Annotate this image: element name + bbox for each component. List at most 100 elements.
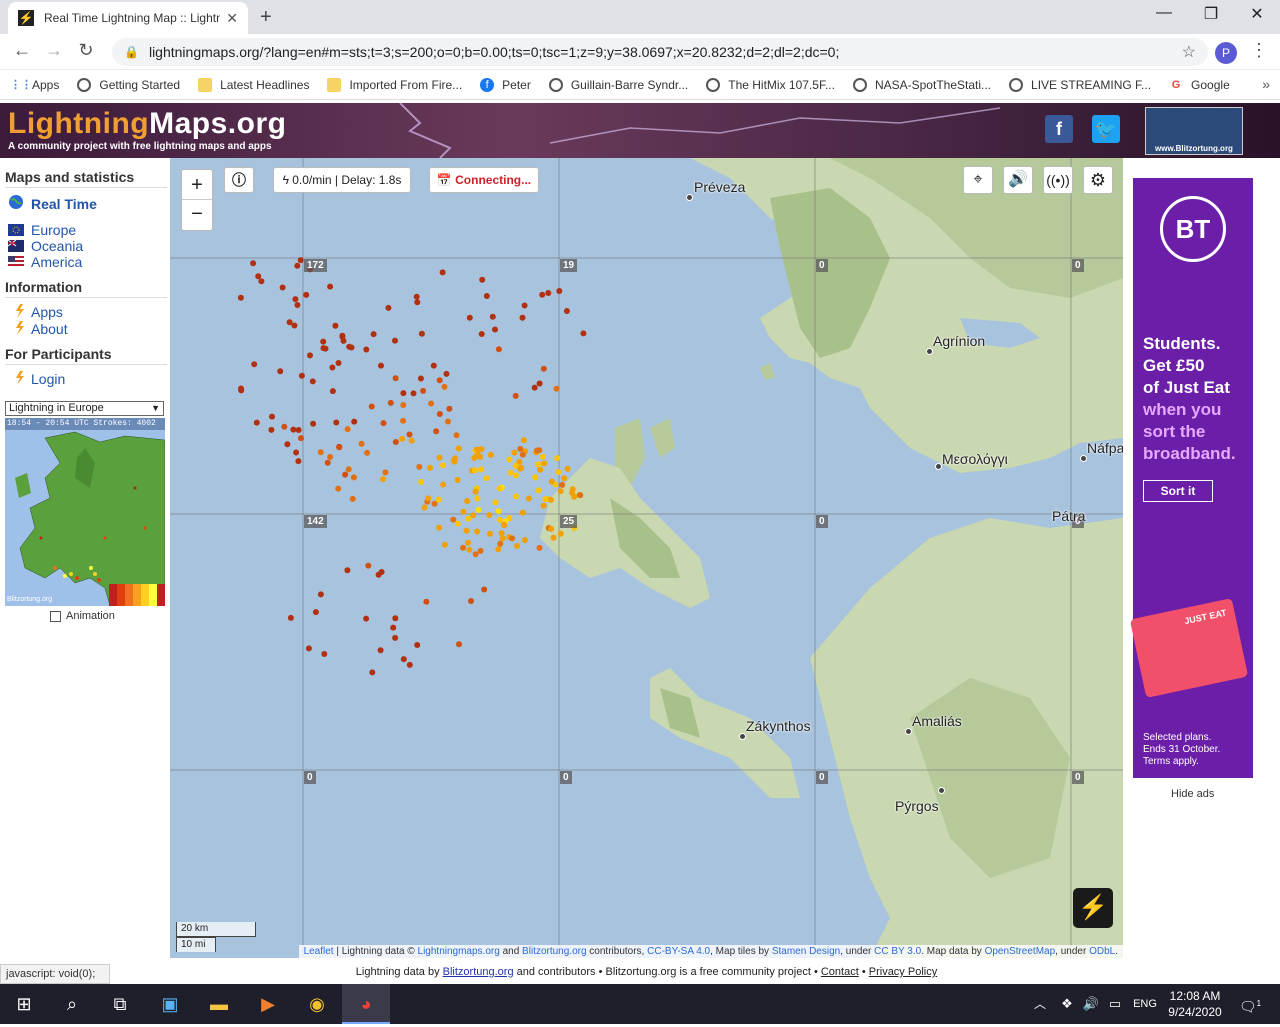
new-tab-button[interactable]: + [260, 6, 272, 29]
lightning-strike-marker [471, 467, 478, 474]
region-select[interactable]: Lightning in Europe ▼ [5, 401, 164, 416]
sidebar-item-about[interactable]: About [31, 321, 68, 337]
zoom-in-button[interactable]: + [182, 170, 212, 200]
privacy-policy-link[interactable]: Privacy Policy [869, 966, 937, 978]
address-bar[interactable]: 🔒 lightningmaps.org/?lang=en#m=sts;t=3;s… [112, 38, 1208, 66]
chevron-up-icon[interactable]: ︿ [1030, 984, 1050, 1024]
chrome-taskbar-icon[interactable]: ◕ [342, 984, 390, 1024]
bookmark-peter[interactable]: f Peter [480, 77, 531, 92]
lightningmaps-link[interactable]: Lightningmaps.org [418, 946, 500, 957]
browser-menu-icon[interactable]: ⋮ [1250, 40, 1268, 61]
back-arrow-icon[interactable]: ← [10, 40, 34, 61]
speaker-tray-icon[interactable]: 🔊 [1080, 984, 1102, 1024]
windows-start-icon[interactable]: ⊞ [0, 984, 48, 1024]
europe-minimap[interactable]: 18:54 - 20:54 UTC Strokes: 4002 Blitzort… [5, 418, 165, 606]
locate-button[interactable]: ⌖ [963, 166, 993, 194]
lightning-strike-marker [519, 451, 526, 458]
bt-advert[interactable]: BT Students. Get £50 of Just Eat when yo… [1129, 178, 1253, 778]
lightning-strike-marker [310, 420, 317, 427]
lightning-strike-marker [464, 498, 471, 504]
file-explorer-icon[interactable]: ▬ [195, 984, 243, 1024]
notification-icon[interactable]: 🗨1 [1235, 984, 1265, 1024]
stamen-link[interactable]: Stamen Design [772, 946, 840, 957]
lightning-strike-marker [298, 435, 304, 442]
lightning-strike-marker [279, 284, 286, 291]
search-icon[interactable]: ⌕ [48, 984, 96, 1024]
lock-icon[interactable]: 🔒 [124, 45, 139, 59]
connection-status[interactable]: 📅 Connecting... [429, 167, 539, 193]
bookmark-apps[interactable]: ⋮⋮ Apps [10, 78, 59, 92]
place-label: Pátra [1052, 508, 1086, 524]
task-view-icon[interactable]: ⧉ [96, 984, 144, 1024]
osm-link[interactable]: OpenStreetMap [985, 946, 1056, 957]
lightning-strike-marker [392, 375, 399, 382]
bookmark-google[interactable]: G Google [1169, 78, 1230, 92]
restore-button[interactable]: ❐ [1188, 4, 1234, 28]
close-window-button[interactable]: ✕ [1234, 4, 1280, 28]
animation-checkbox[interactable] [50, 610, 61, 622]
twitter-icon[interactable]: 🐦 [1092, 115, 1120, 143]
lightning-strike-marker [298, 372, 305, 379]
bookmark-hitmix[interactable]: The HitMix 107.5F... [706, 77, 835, 92]
clock[interactable]: 12:08 AM 9/24/2020 [1160, 988, 1230, 1020]
control-panel-icon[interactable]: ▣ [146, 984, 194, 1024]
lightning-strike-marker [364, 449, 371, 456]
bookmark-guillain[interactable]: Guillain-Barre Syndr... [548, 77, 688, 92]
lightning-strike-marker [497, 540, 504, 547]
site-logo[interactable]: LightningMaps.org [8, 107, 286, 141]
close-tab-icon[interactable]: ✕ [226, 10, 238, 27]
hide-ads-link[interactable]: Hide ads [1171, 788, 1214, 800]
license-link[interactable]: CC-BY-SA 4.0 [647, 946, 710, 957]
leaflet-link[interactable]: Leaflet [304, 946, 334, 957]
minimize-button[interactable]: — [1141, 4, 1187, 28]
animation-toggle[interactable]: Animation [50, 610, 115, 622]
info-button[interactable]: ⓘ [224, 167, 254, 193]
lightning-strike-marker [441, 541, 448, 548]
zoom-out-button[interactable]: − [182, 200, 212, 230]
language-indicator[interactable]: ENG [1130, 984, 1160, 1024]
sound-button[interactable]: 🔊 [1003, 166, 1033, 194]
bookmark-getting-started[interactable]: Getting Started [77, 77, 180, 92]
blitzortung-footer-link[interactable]: Blitzortung.org [443, 966, 514, 978]
more-bookmarks-icon[interactable]: » [1262, 76, 1270, 92]
lightning-strike-marker [237, 294, 244, 301]
globe-icon [706, 77, 721, 92]
bookmark-nasa[interactable]: NASA-SpotTheStati... [852, 77, 991, 92]
just-eat-card: JUST EAT [1129, 598, 1249, 698]
sidebar-item-america[interactable]: America [31, 254, 82, 270]
globe-icon [852, 77, 867, 92]
bookmark-latest-headlines[interactable]: Latest Headlines [198, 77, 309, 92]
bookmark-live-streaming[interactable]: LIVE STREAMING F... [1009, 77, 1151, 92]
norton-icon[interactable]: ◉ [293, 984, 341, 1024]
lightning-strike-marker [486, 512, 493, 519]
settings-button[interactable]: ⚙ [1083, 166, 1113, 194]
sidebar-item-oceania[interactable]: Oceania [31, 238, 83, 254]
clock-date: 9/24/2020 [1168, 1005, 1222, 1019]
sidebar-item-apps[interactable]: Apps [31, 304, 63, 320]
ccby-link[interactable]: CC BY 3.0 [874, 946, 921, 957]
dropbox-icon[interactable]: ❖ [1055, 984, 1079, 1024]
stations-button[interactable]: ((•)) [1043, 166, 1073, 194]
sidebar-item-europe[interactable]: Europe [31, 222, 76, 238]
blitzortung-logo[interactable]: www.Blitzortung.org [1145, 107, 1243, 155]
bookmark-star-icon[interactable]: ☆ [1182, 42, 1196, 62]
media-player-icon[interactable]: ▶ [244, 984, 292, 1024]
url-text[interactable]: lightningmaps.org/?lang=en#m=sts;t=3;s=2… [149, 44, 1182, 60]
contact-link[interactable]: Contact [821, 966, 859, 978]
bolt-icon: ⚡ [1078, 894, 1108, 921]
network-icon[interactable]: ▭ [1104, 984, 1126, 1024]
blitzortung-link[interactable]: Blitzortung.org [522, 946, 586, 957]
sidebar-item-login[interactable]: Login [31, 371, 65, 387]
profile-avatar[interactable]: P [1215, 42, 1237, 64]
lightning-app-button[interactable]: ⚡ [1073, 888, 1113, 928]
browser-tab[interactable]: ⚡ Real Time Lightning Map :: Lightn ✕ [8, 2, 248, 34]
bookmark-imported[interactable]: Imported From Fire... [327, 77, 462, 92]
lightning-map[interactable]: 172 19 0 0 142 25 0 0 0 0 0 0 Préveza Ag… [170, 158, 1123, 958]
facebook-icon[interactable]: f [1045, 115, 1073, 143]
reload-icon[interactable]: ↻ [74, 40, 98, 61]
sort-it-button[interactable]: Sort it [1143, 480, 1213, 502]
sidebar-item-realtime[interactable]: Real Time [31, 196, 97, 212]
forward-arrow-icon[interactable]: → [42, 40, 66, 61]
lightning-strike-marker [535, 487, 542, 494]
odbl-link[interactable]: ODbL [1089, 946, 1115, 957]
